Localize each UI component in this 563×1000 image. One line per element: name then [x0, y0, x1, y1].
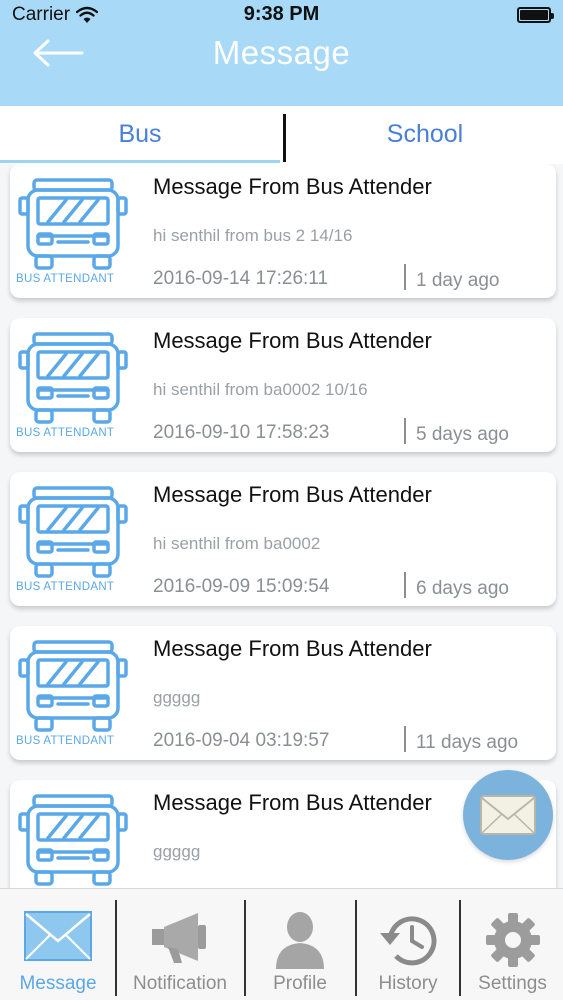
tabbar-label: History [378, 973, 438, 994]
gear-icon [485, 913, 540, 967]
school-bus-icon [18, 178, 128, 270]
page-title: Message [212, 34, 351, 71]
status-time: 9:38 PM [243, 3, 320, 25]
status-bar: Carrier 9:38 PM [0, 0, 563, 30]
tabbar-label: Message [19, 973, 97, 994]
message-relative-time: 6 days ago [416, 578, 509, 599]
meta-divider [404, 572, 406, 598]
sender-label: BUS ATTENDANT [16, 427, 115, 439]
tabbar-label: Profile [273, 973, 327, 994]
message-card[interactable]: BUS ATTENDANT Message From Bus Attender … [10, 626, 556, 760]
message-card[interactable]: BUS ATTENDANT Message From Bus Attender … [10, 164, 556, 298]
meta-divider [404, 264, 406, 290]
battery-icon [517, 7, 554, 23]
message-timestamp: 2016-09-14 17:26:11 [153, 268, 329, 289]
envelope-icon [24, 911, 92, 961]
message-timestamp: 2016-09-09 15:09:54 [153, 576, 330, 597]
school-bus-icon [18, 794, 128, 886]
message-relative-time: 1 day ago [416, 270, 500, 291]
screen: Carrier 9:38 PM Message Bus School BUS A… [0, 0, 563, 1000]
sender-label: BUS ATTENDANT [16, 581, 115, 593]
message-card[interactable]: BUS ATTENDANT Message From Bus Attender … [10, 318, 556, 452]
megaphone-icon [152, 913, 206, 963]
school-bus-icon [18, 332, 128, 424]
meta-divider [404, 418, 406, 444]
sender-label: BUS ATTENDANT [16, 273, 115, 285]
top-bar: Carrier 9:38 PM Message [0, 0, 563, 106]
tabbar-item-notification[interactable]: Notification [118, 889, 242, 1000]
tabbar-item-settings[interactable]: Settings [462, 889, 563, 1000]
message-title: Message From Bus Attender [153, 328, 432, 353]
message-title: Message From Bus Attender [153, 174, 432, 199]
tabbar-divider [459, 900, 461, 996]
tabbar-label: Settings [478, 973, 547, 994]
meta-divider [404, 726, 406, 752]
message-relative-time: 5 days ago [416, 424, 509, 445]
person-icon [276, 912, 324, 969]
message-relative-time: 11 days ago [416, 732, 519, 753]
envelope-icon [480, 795, 536, 835]
tabbar-divider [115, 900, 117, 996]
message-preview: hi senthil from ba0002 [153, 534, 321, 553]
tabbar-divider [244, 900, 246, 996]
tabbar-item-history[interactable]: History [358, 889, 458, 1000]
segment-tabs: Bus School [0, 106, 563, 164]
compose-message-button[interactable] [463, 770, 553, 860]
message-preview: ggggg [153, 842, 201, 861]
tabbar-label: Notification [133, 973, 227, 994]
message-card[interactable]: BUS ATTENDANT Message From Bus Attender … [10, 472, 556, 606]
bottom-tab-bar: Message Notification Profile History Set… [0, 888, 563, 1000]
tab-selected-indicator [0, 160, 280, 163]
message-title: Message From Bus Attender [153, 482, 432, 507]
school-bus-icon [18, 486, 128, 578]
tab-school[interactable]: School [287, 106, 563, 164]
message-preview: ggggg [153, 688, 201, 707]
tabbar-item-message[interactable]: Message [0, 889, 116, 1000]
school-bus-icon [18, 640, 128, 732]
history-clock-icon [380, 916, 437, 966]
tabbar-divider [355, 900, 357, 996]
message-timestamp: 2016-09-04 03:19:57 [153, 730, 330, 751]
tab-bus[interactable]: Bus [0, 106, 280, 164]
message-timestamp: 2016-09-10 17:58:23 [153, 422, 330, 443]
message-preview: hi senthil from ba0002 10/16 [153, 380, 368, 399]
tabbar-item-profile[interactable]: Profile [246, 889, 354, 1000]
tab-divider [283, 114, 286, 162]
message-title: Message From Bus Attender [153, 790, 432, 815]
sender-label: BUS ATTENDANT [16, 735, 115, 747]
message-preview: hi senthil from bus 2 14/16 [153, 226, 353, 245]
message-title: Message From Bus Attender [153, 636, 432, 661]
